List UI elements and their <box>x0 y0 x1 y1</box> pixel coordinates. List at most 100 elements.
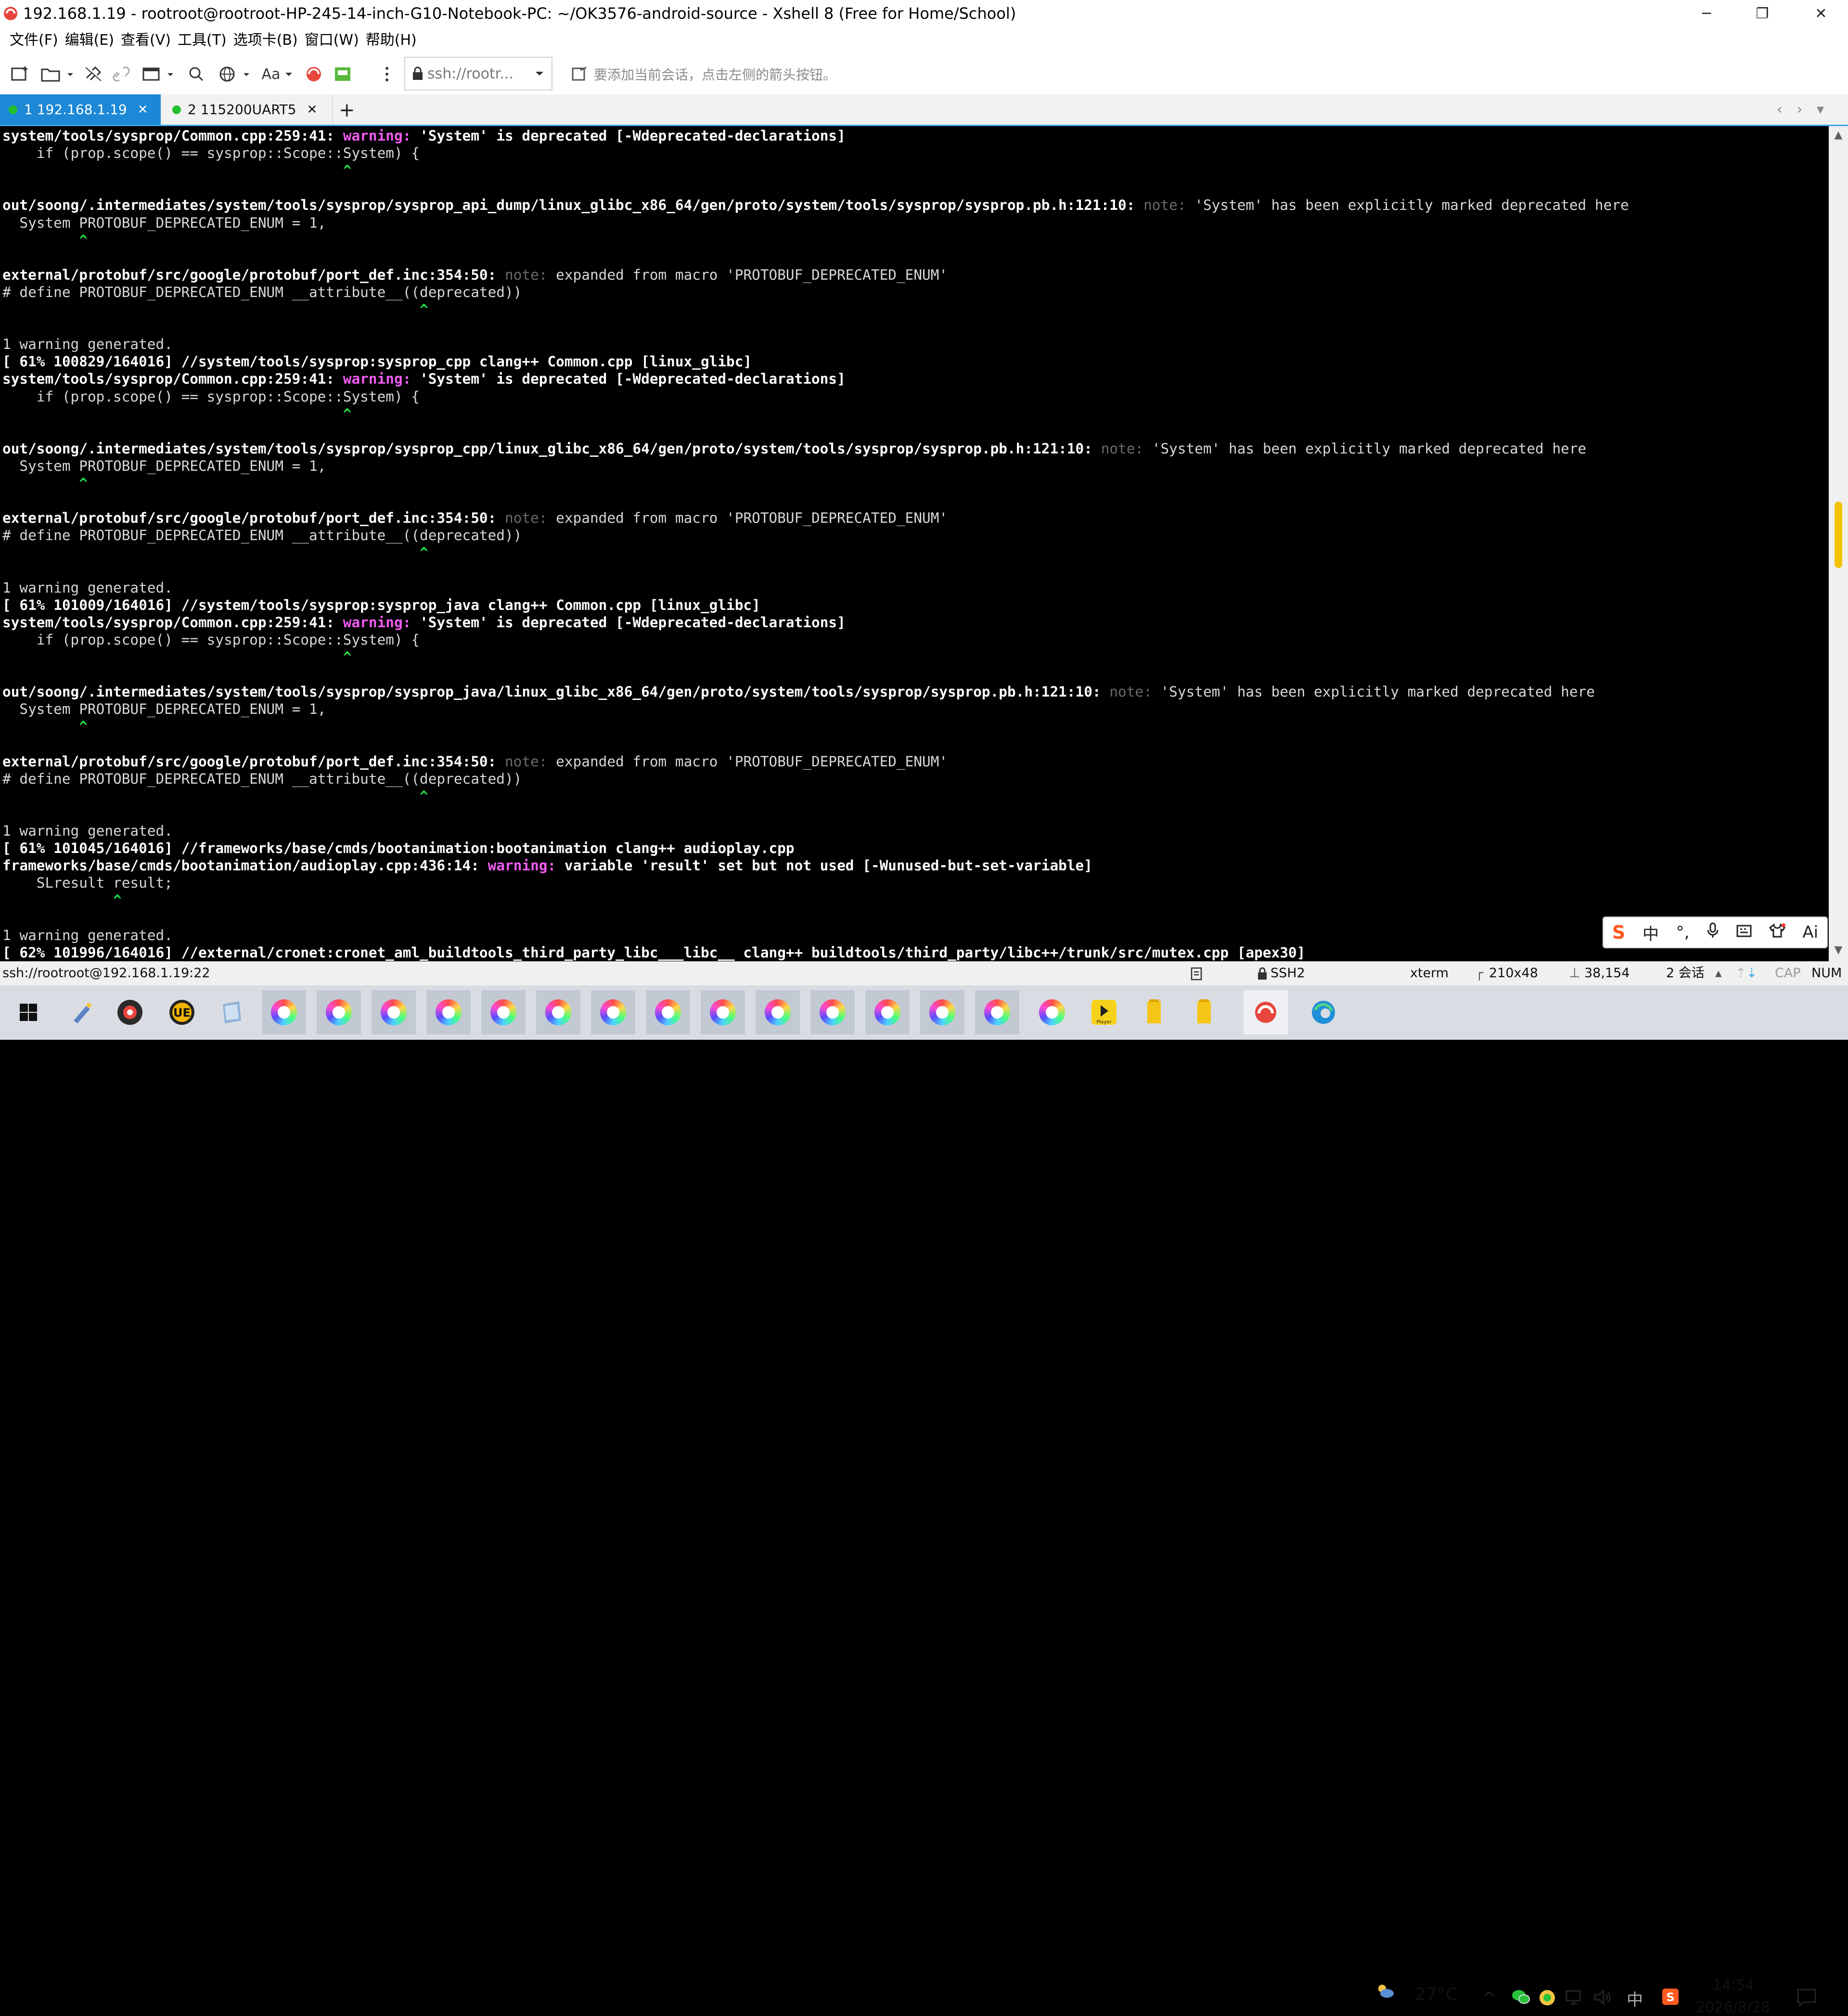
status-bar: ssh://rootroot@192.168.1.19:22 SSH2 xter… <box>0 961 1848 985</box>
pinned-app-icon[interactable] <box>108 990 152 1034</box>
taskbar-window-icon[interactable] <box>262 990 306 1034</box>
more-options-icon[interactable] <box>381 62 393 87</box>
vertical-scrollbar[interactable]: ▲ ▼ <box>1829 126 1848 961</box>
notification-icon[interactable] <box>1796 1988 1817 2009</box>
terminal-line: system/tools/sysprop/Common.cpp:259:41: … <box>2 614 846 631</box>
session-count[interactable]: 2 会话 <box>1666 961 1705 985</box>
pinned-app-icon[interactable] <box>210 990 254 1034</box>
new-tab-button[interactable]: + <box>339 99 355 121</box>
taskbar-window-icon[interactable] <box>481 990 526 1034</box>
ultraedit-icon[interactable]: UE <box>160 990 204 1034</box>
close-window-button[interactable]: ✕ <box>1799 0 1843 27</box>
taskbar-window-icon[interactable] <box>591 990 635 1034</box>
file-explorer-icon[interactable] <box>1132 990 1176 1034</box>
transfer-icon[interactable] <box>330 62 355 87</box>
taskbar-window-icon[interactable] <box>646 990 690 1034</box>
taskbar-window-icon[interactable] <box>372 990 416 1034</box>
taskbar-window-icon[interactable] <box>756 990 800 1034</box>
log-icon[interactable] <box>1191 961 1203 985</box>
tab-navigation-icons[interactable]: ‹ › ▾ <box>1777 101 1829 118</box>
ime-keyboard-icon[interactable] <box>1736 923 1752 942</box>
ime-punctuation-icon[interactable]: °, <box>1676 923 1690 942</box>
session-dropdown-icon[interactable]: ▴ <box>1715 961 1722 985</box>
menu-help[interactable]: 帮助(H) <box>362 27 420 54</box>
tab-close-icon[interactable]: ✕ <box>307 103 318 117</box>
tab-close-icon[interactable]: ✕ <box>138 103 148 117</box>
network-icon[interactable] <box>1565 1990 1584 2008</box>
xftp-icon[interactable] <box>301 62 326 87</box>
tab-label: 2 115200UART5 <box>188 102 296 117</box>
player-app-icon[interactable]: Player <box>1082 990 1126 1034</box>
taskbar-window-icon[interactable] <box>317 990 361 1034</box>
xshell-taskbar-icon[interactable] <box>1244 990 1288 1034</box>
ime-voice-icon[interactable] <box>1707 922 1719 943</box>
terminal-text: 'System' is deprecated [-Wdeprecated-dec… <box>420 614 846 631</box>
clock-time[interactable]: 14:54 <box>1700 1977 1767 1994</box>
terminal-line: system/tools/sysprop/Common.cpp:259:41: … <box>2 370 846 388</box>
sogou-logo-icon[interactable]: S <box>1612 922 1625 943</box>
ime-chinese-mode[interactable]: 中 <box>1643 921 1659 944</box>
add-session-arrow-icon[interactable] <box>571 65 589 83</box>
link-icon[interactable] <box>109 62 134 87</box>
volume-icon[interactable] <box>1593 1989 1612 2008</box>
window-title: 192.168.1.19 - rootroot@rootroot-HP-245-… <box>23 4 1016 23</box>
scroll-thumb[interactable] <box>1835 502 1842 568</box>
open-folder-icon[interactable] <box>38 62 77 87</box>
menu-edit[interactable]: 编辑(E) <box>62 27 117 54</box>
sogou-tray-icon[interactable]: S <box>1661 1988 1680 2008</box>
terminal-output[interactable]: system/tools/sysprop/Common.cpp:259:41: … <box>0 126 1829 961</box>
terminal-text: ^ <box>2 232 88 248</box>
address-dropdown-icon[interactable] <box>534 68 545 79</box>
terminal-text: ^ <box>2 649 351 665</box>
transfer-arrows-icon: ⇡⇣ <box>1735 961 1757 985</box>
terminal-line: ^ <box>2 544 428 561</box>
terminal-line: if (prop.scope() == sysprop::Scope::Syst… <box>2 631 420 648</box>
protocol: SSH2 <box>1270 961 1305 985</box>
pinned-app-icon[interactable] <box>60 990 104 1034</box>
find-icon[interactable] <box>184 62 209 87</box>
taskbar-window-icon[interactable] <box>1030 990 1074 1034</box>
taskbar-window-icon[interactable] <box>975 990 1019 1034</box>
globe-icon[interactable] <box>217 62 257 87</box>
font-button[interactable]: Aa <box>260 62 295 87</box>
ime-skin-icon[interactable] <box>1769 923 1785 942</box>
clock-date[interactable]: 2026/8/28 <box>1692 1999 1774 2016</box>
menu-file[interactable]: 文件(F) <box>0 27 62 54</box>
reconnect-icon[interactable] <box>81 62 106 87</box>
restore-button[interactable]: ❐ <box>1740 0 1784 27</box>
address-bar[interactable]: ssh://rootr... <box>404 57 552 90</box>
taskbar-window-icon[interactable] <box>536 990 580 1034</box>
temperature[interactable]: 27°C <box>1415 1985 1458 2004</box>
terminal-text: # define PROTOBUF_DEPRECATED_ENUM __attr… <box>2 527 522 543</box>
tab-session-2[interactable]: 2 115200UART5 ✕ <box>164 94 333 125</box>
wechat-icon[interactable] <box>1511 1989 1530 2008</box>
taskbar-window-icon[interactable] <box>865 990 910 1034</box>
file-explorer-icon[interactable] <box>1182 990 1226 1034</box>
weather-icon[interactable] <box>1375 1983 1395 2001</box>
menu-tabs[interactable]: 选项卡(B) <box>230 27 301 54</box>
new-window-icon[interactable] <box>140 62 180 87</box>
tab-session-1[interactable]: 1 192.168.1.19 ✕ <box>0 94 161 125</box>
note-label: note: <box>505 510 556 526</box>
start-button[interactable] <box>7 990 50 1034</box>
scroll-down-icon[interactable]: ▼ <box>1829 944 1848 958</box>
scroll-up-icon[interactable]: ▲ <box>1829 129 1848 143</box>
show-hidden-icons-chevron-icon[interactable]: ^ <box>1482 1989 1496 2008</box>
menu-tools[interactable]: 工具(T) <box>174 27 230 54</box>
terminal-line: 1 warning generated. <box>2 579 173 596</box>
terminal-type: xterm <box>1410 961 1449 985</box>
edge-browser-icon[interactable] <box>1301 990 1346 1034</box>
minimize-button[interactable]: ─ <box>1684 0 1729 27</box>
terminal-text: 'System' has been explicitly marked depr… <box>1194 197 1629 213</box>
taskbar-window-icon[interactable] <box>920 990 964 1034</box>
taskbar-window-icon[interactable] <box>426 990 471 1034</box>
input-method-indicator[interactable]: 中 <box>1627 1987 1643 2010</box>
menu-window[interactable]: 窗口(W) <box>301 27 362 54</box>
taskbar-window-icon[interactable] <box>810 990 855 1034</box>
taskbar-window-icon[interactable] <box>701 990 745 1034</box>
tray-app-icon[interactable] <box>1538 1989 1556 2009</box>
ime-ai-icon[interactable]: Ai <box>1802 923 1818 942</box>
new-session-icon[interactable] <box>7 62 34 87</box>
menu-view[interactable]: 查看(V) <box>117 27 174 54</box>
ime-toolbar[interactable]: S 中 °, Ai <box>1603 917 1828 948</box>
